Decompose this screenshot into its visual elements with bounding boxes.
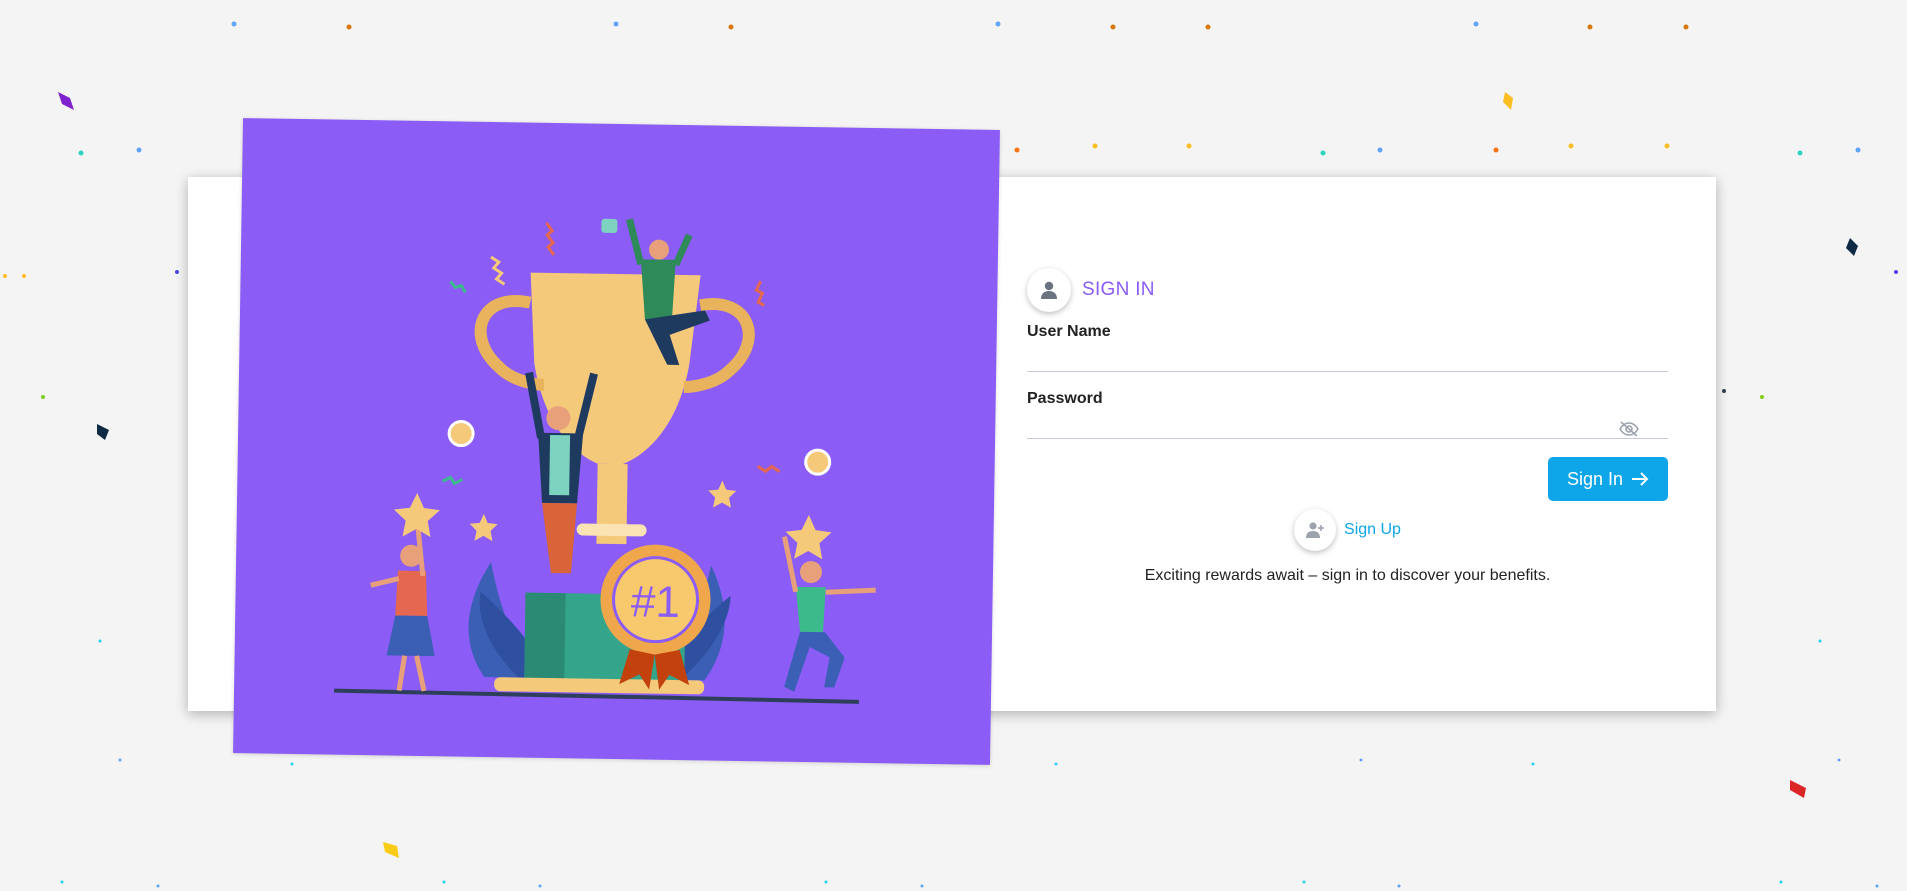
tagline-text: Exciting rewards await – sign in to disc… (1144, 567, 1551, 584)
user-icon (1027, 268, 1071, 312)
arrow-right-icon (1632, 472, 1649, 486)
signin-button[interactable]: Sign In (1548, 457, 1668, 501)
signin-header: SIGN IN (1027, 265, 1668, 315)
eye-off-icon[interactable] (1618, 420, 1640, 438)
signin-button-label: Sign In (1566, 468, 1624, 489)
signup-row: Sign Up (1027, 509, 1668, 551)
trophy-celebration-illustration: #1 (334, 218, 876, 704)
signin-title: SIGN IN (1082, 279, 1155, 300)
username-label: User Name (1027, 323, 1111, 340)
password-input[interactable] (1027, 412, 1672, 438)
user-plus-icon[interactable] (1294, 509, 1337, 551)
password-field-container (1027, 412, 1672, 439)
hero-panel: #1 (233, 118, 1000, 765)
signup-link[interactable]: Sign Up (1344, 521, 1401, 539)
username-field-container (1027, 345, 1672, 372)
badge-text: #1 (631, 577, 681, 627)
username-input[interactable] (1027, 345, 1672, 371)
signin-form: SIGN IN User Name Password Sign In Sign … (1027, 265, 1672, 585)
password-label: Password (1027, 390, 1103, 407)
